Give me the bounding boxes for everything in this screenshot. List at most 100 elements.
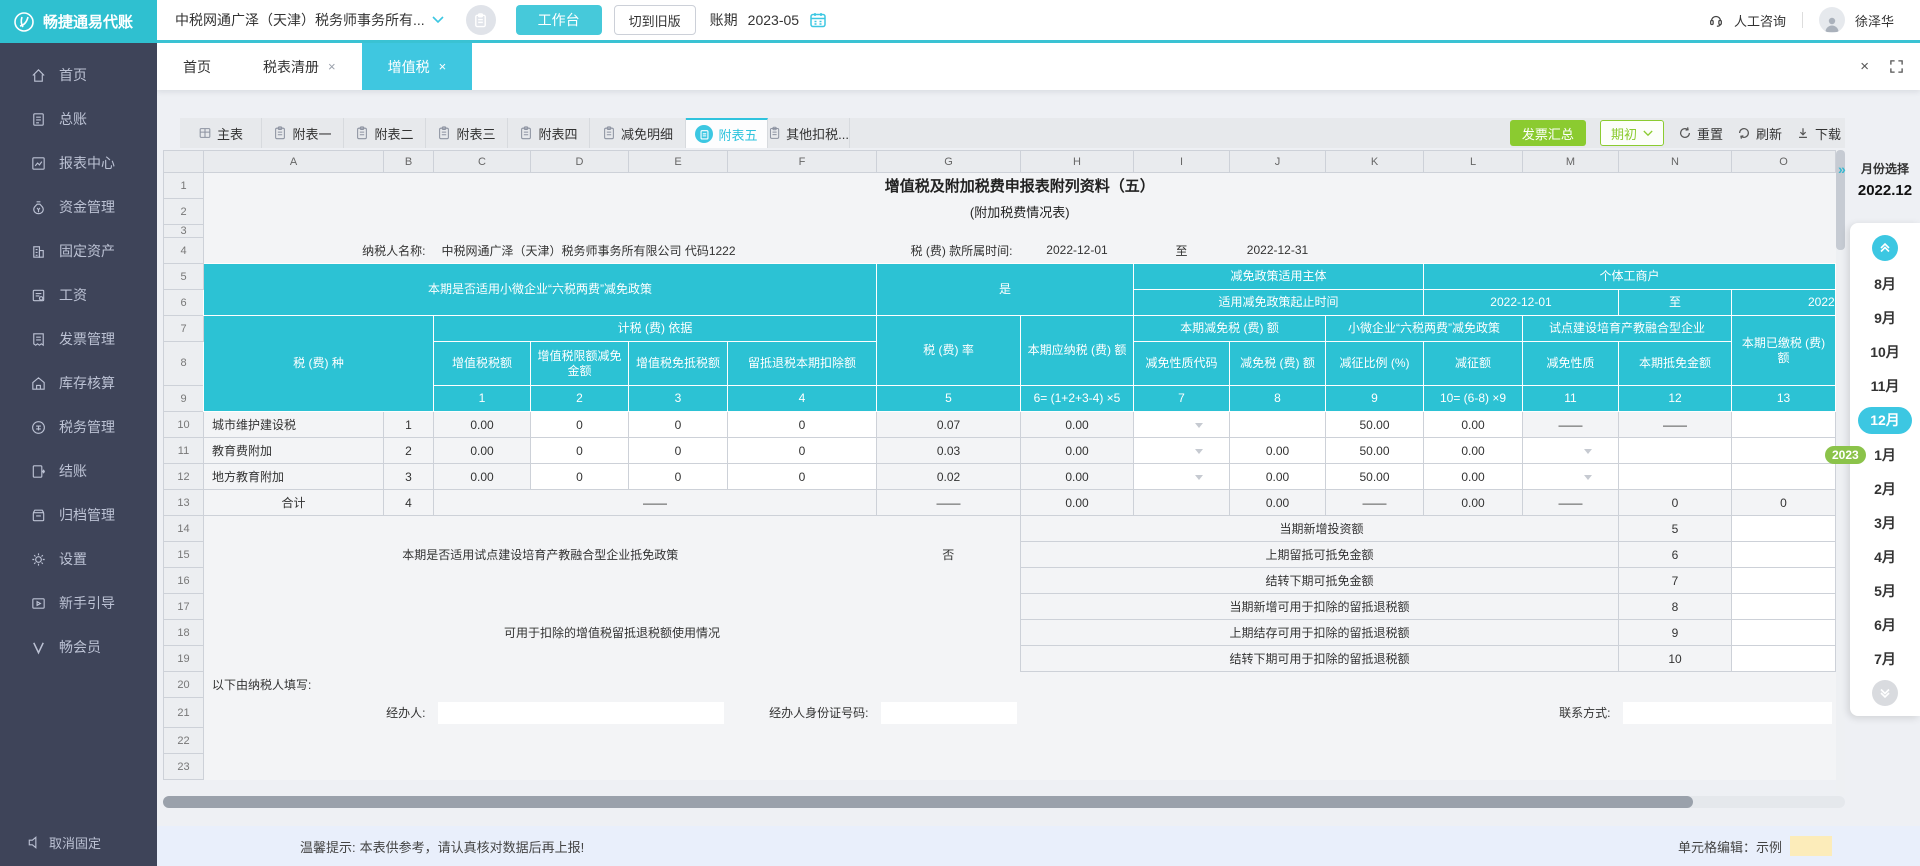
- cell-editable[interactable]: [1731, 645, 1836, 672]
- unpin-sidebar[interactable]: 取消固定: [0, 826, 157, 858]
- month-item[interactable]: 7月: [1874, 642, 1896, 676]
- sidebar-item-invoices[interactable]: 发票管理: [0, 317, 157, 361]
- grid-corner[interactable]: [163, 150, 204, 173]
- cell-editable[interactable]: 0: [727, 437, 877, 464]
- horizontal-scrollbar-thumb[interactable]: [163, 796, 1693, 808]
- col-header[interactable]: N: [1618, 150, 1732, 173]
- row-number[interactable]: 10: [163, 411, 204, 438]
- collapse-panel-icon[interactable]: »: [1838, 160, 1846, 178]
- cell-editable[interactable]: 0: [628, 463, 728, 490]
- username[interactable]: 徐泽华: [1855, 11, 1894, 30]
- cell-editable[interactable]: [1731, 541, 1836, 568]
- row-number[interactable]: 1: [163, 172, 204, 199]
- month-item[interactable]: 6月: [1874, 608, 1896, 642]
- dropdown-caret-icon[interactable]: [1195, 422, 1203, 432]
- month-item[interactable]: 10月: [1870, 335, 1900, 369]
- cell-editable[interactable]: [1731, 593, 1836, 620]
- dropdown-caret-icon[interactable]: [1584, 448, 1592, 458]
- workbench-button[interactable]: 工作台: [515, 5, 602, 35]
- cell-editable[interactable]: 50.00: [1325, 411, 1424, 438]
- row-number[interactable]: 3: [163, 224, 204, 238]
- cell-editable[interactable]: 50.00: [1325, 437, 1424, 464]
- cell-editable[interactable]: 0: [727, 411, 877, 438]
- contact-input[interactable]: [1622, 701, 1832, 724]
- col-header[interactable]: B: [383, 150, 434, 173]
- cell-editable[interactable]: 0: [530, 463, 629, 490]
- clipboard-badge-icon[interactable]: [465, 5, 496, 35]
- scroll-months-down-button[interactable]: [1872, 680, 1898, 706]
- cell-dropdown[interactable]: [1133, 437, 1230, 464]
- subtab-reduction-detail[interactable]: 减免明细: [590, 118, 686, 148]
- sidebar-item-membership[interactable]: 畅会员: [0, 625, 157, 669]
- row-number[interactable]: 20: [163, 671, 204, 698]
- sidebar-item-general-ledger[interactable]: 总账: [0, 97, 157, 141]
- cell-editable[interactable]: 0: [727, 463, 877, 490]
- switch-old-version-button[interactable]: 切到旧版: [613, 5, 696, 35]
- sidebar-item-home[interactable]: 首页: [0, 53, 157, 97]
- month-item-selected[interactable]: 12月: [1858, 407, 1912, 434]
- fullscreen-icon[interactable]: [1889, 59, 1904, 74]
- tab-close-icon[interactable]: ×: [439, 59, 447, 74]
- calendar-icon[interactable]: [809, 11, 827, 29]
- dropdown-caret-icon[interactable]: [1195, 448, 1203, 458]
- month-item[interactable]: 3月: [1874, 506, 1896, 540]
- sidebar-item-beginner-guide[interactable]: 新手引导: [0, 581, 157, 625]
- row-number[interactable]: 14: [163, 515, 204, 542]
- sidebar-item-inventory[interactable]: 库存核算: [0, 361, 157, 405]
- sidebar-item-payroll[interactable]: 工资: [0, 273, 157, 317]
- col-header[interactable]: L: [1423, 150, 1523, 173]
- row-number[interactable]: 17: [163, 593, 204, 620]
- subtab-annex-3[interactable]: 附表三: [426, 118, 508, 148]
- col-header[interactable]: K: [1325, 150, 1424, 173]
- period-value[interactable]: 2023-05: [748, 12, 799, 28]
- month-item[interactable]: 5月: [1874, 574, 1896, 608]
- month-item[interactable]: 9月: [1874, 301, 1896, 335]
- tab-vat-active[interactable]: 增值税 ×: [361, 43, 473, 90]
- month-item[interactable]: 2月: [1874, 472, 1896, 506]
- row-number[interactable]: 2: [163, 198, 204, 225]
- col-header[interactable]: A: [203, 150, 384, 173]
- cell-editable[interactable]: [1731, 567, 1836, 594]
- scroll-months-up-button[interactable]: [1872, 235, 1898, 261]
- subtab-other-deduction[interactable]: 其他扣税...: [768, 118, 850, 148]
- download-button[interactable]: 下载: [1796, 124, 1841, 143]
- tab-tax-register[interactable]: 税表清册 ×: [237, 43, 362, 90]
- col-header[interactable]: G: [876, 150, 1021, 173]
- subtab-annex-5-active[interactable]: 附表五: [686, 118, 768, 148]
- cell-editable[interactable]: 0: [628, 411, 728, 438]
- row-number[interactable]: 21: [163, 697, 204, 728]
- cell-editable[interactable]: 0.00: [1423, 411, 1523, 438]
- cell-dropdown[interactable]: [1522, 437, 1619, 464]
- cell-editable[interactable]: 0.00: [1423, 437, 1523, 464]
- month-item[interactable]: 4月: [1874, 540, 1896, 574]
- row-number[interactable]: 13: [163, 489, 204, 516]
- col-header[interactable]: H: [1020, 150, 1134, 173]
- row-number[interactable]: 8: [163, 341, 204, 386]
- month-item[interactable]: 8月: [1874, 267, 1896, 301]
- cell-editable[interactable]: [1229, 411, 1326, 438]
- tab-close-icon[interactable]: ×: [328, 59, 336, 74]
- col-header[interactable]: J: [1229, 150, 1326, 173]
- refresh-button[interactable]: 刷新: [1737, 124, 1782, 143]
- sidebar-item-closing[interactable]: 结账: [0, 449, 157, 493]
- row-number[interactable]: 18: [163, 619, 204, 646]
- cell-editable[interactable]: [1731, 515, 1836, 542]
- row-number[interactable]: 11: [163, 437, 204, 464]
- subtab-annex-1[interactable]: 附表一: [262, 118, 344, 148]
- col-header[interactable]: C: [433, 150, 531, 173]
- dropdown-caret-icon[interactable]: [1195, 474, 1203, 484]
- initial-period-dropdown[interactable]: 期初: [1599, 120, 1664, 146]
- sidebar-item-tax-management[interactable]: 税务管理: [0, 405, 157, 449]
- cell-dropdown[interactable]: [1522, 463, 1619, 490]
- col-header[interactable]: F: [727, 150, 877, 173]
- invoice-summary-button[interactable]: 发票汇总: [1509, 120, 1586, 146]
- row-number[interactable]: 23: [163, 753, 204, 780]
- row-number[interactable]: 22: [163, 727, 204, 754]
- cell-editable[interactable]: 0.00: [1229, 437, 1326, 464]
- cell-editable[interactable]: 0.00: [1229, 463, 1326, 490]
- month-item[interactable]: 1月: [1874, 438, 1896, 472]
- company-selector[interactable]: 中税网通广泽（天津）税务师事务所有...: [175, 10, 444, 30]
- agent-id-input[interactable]: [880, 701, 1017, 724]
- row-number[interactable]: 19: [163, 645, 204, 672]
- agent-input[interactable]: [437, 701, 724, 724]
